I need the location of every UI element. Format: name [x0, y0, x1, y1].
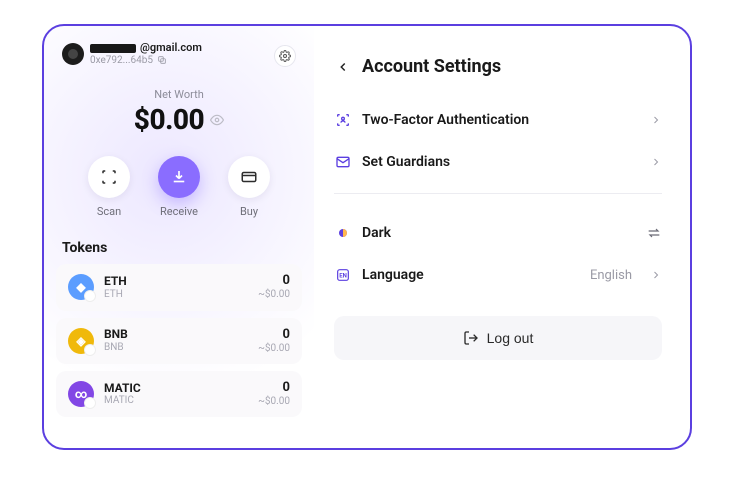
tokens-header: Tokens	[62, 240, 296, 256]
chevron-left-icon	[336, 60, 350, 74]
language-label: Language	[362, 267, 424, 283]
settings-button[interactable]	[274, 45, 296, 67]
chevron-right-icon	[650, 156, 662, 168]
token-symbol: BNB	[104, 328, 128, 342]
svg-text:EN: EN	[339, 273, 347, 280]
net-worth-label: Net Worth	[44, 88, 314, 101]
token-fiat: ~$0.00	[258, 343, 290, 355]
settings-panel: Account Settings Two-Factor Authenticati…	[314, 26, 690, 448]
token-amount: 0	[258, 381, 290, 396]
twofa-label: Two-Factor Authentication	[362, 112, 529, 128]
buy-label: Buy	[240, 205, 258, 218]
scan-action[interactable]: Scan	[88, 156, 130, 218]
guardians-icon	[334, 153, 352, 171]
receive-label: Receive	[160, 205, 198, 218]
scan-label: Scan	[97, 205, 121, 218]
settings-row-guardians[interactable]: Set Guardians	[334, 141, 662, 183]
bnb-icon: ◈	[68, 328, 94, 354]
wallet-address[interactable]: 0xe792...64b5	[90, 55, 202, 67]
dark-label: Dark	[362, 225, 391, 241]
token-fiat: ~$0.00	[258, 289, 290, 301]
scan-button[interactable]	[88, 156, 130, 198]
card-icon	[240, 168, 258, 186]
token-sub: BNB	[104, 342, 128, 354]
buy-button[interactable]	[228, 156, 270, 198]
token-row-matic[interactable]: ∞ MATICMATIC 0~$0.00	[56, 371, 302, 417]
divider	[334, 193, 662, 194]
wallet-actions: Scan Receive Buy	[44, 156, 314, 218]
token-symbol: ETH	[104, 275, 127, 289]
user-info: @gmail.com 0xe792...64b5	[90, 42, 202, 66]
dark-icon	[334, 224, 352, 242]
token-row-bnb[interactable]: ◈ BNBBNB 0~$0.00	[56, 318, 302, 364]
token-sub: MATIC	[104, 395, 141, 407]
token-row-eth[interactable]: ◆ ETHETH 0~$0.00	[56, 264, 302, 310]
logout-icon	[463, 330, 479, 346]
email-suffix: @gmail.com	[140, 42, 202, 55]
eth-icon: ◆	[68, 274, 94, 300]
net-worth: Net Worth $0.00	[44, 88, 314, 136]
buy-action[interactable]: Buy	[228, 156, 270, 218]
settings-row-dark[interactable]: Dark	[334, 212, 662, 254]
chevron-right-icon	[650, 114, 662, 126]
receive-button[interactable]	[158, 156, 200, 198]
title-row: Account Settings	[334, 56, 662, 77]
gear-icon	[279, 50, 291, 62]
user-email: @gmail.com	[90, 42, 202, 55]
swap-icon	[646, 225, 662, 241]
twofa-icon	[334, 111, 352, 129]
scan-icon	[100, 168, 118, 186]
chevron-right-icon	[650, 269, 662, 281]
receive-icon	[170, 168, 188, 186]
page-title: Account Settings	[362, 56, 501, 77]
net-worth-value: $0.00	[134, 103, 204, 136]
token-amount: 0	[258, 274, 290, 289]
receive-action[interactable]: Receive	[158, 156, 200, 218]
settings-row-twofa[interactable]: Two-Factor Authentication	[334, 99, 662, 141]
avatar[interactable]	[62, 43, 84, 65]
language-value: English	[590, 268, 632, 283]
redacted-text	[90, 44, 136, 53]
token-list: ◆ ETHETH 0~$0.00 ◈ BNBBNB 0~$0.00 ∞ MATI…	[44, 264, 314, 417]
logout-label: Log out	[487, 330, 534, 346]
back-button[interactable]	[334, 58, 352, 76]
address-text: 0xe792...64b5	[90, 55, 153, 67]
app-frame: @gmail.com 0xe792...64b5 Net Worth $0.00	[42, 24, 692, 450]
user-header: @gmail.com 0xe792...64b5	[44, 42, 314, 66]
copy-icon[interactable]	[157, 55, 167, 65]
eye-icon[interactable]	[210, 113, 224, 127]
token-sub: ETH	[104, 289, 127, 301]
matic-icon: ∞	[68, 381, 94, 407]
token-symbol: MATIC	[104, 382, 141, 396]
token-fiat: ~$0.00	[258, 396, 290, 408]
token-amount: 0	[258, 328, 290, 343]
wallet-panel: @gmail.com 0xe792...64b5 Net Worth $0.00	[44, 26, 314, 448]
language-icon: EN	[334, 266, 352, 284]
theme-toggle[interactable]	[646, 225, 662, 241]
logout-button[interactable]: Log out	[334, 316, 662, 360]
guardians-label: Set Guardians	[362, 154, 450, 170]
settings-row-language[interactable]: EN Language English	[334, 254, 662, 296]
